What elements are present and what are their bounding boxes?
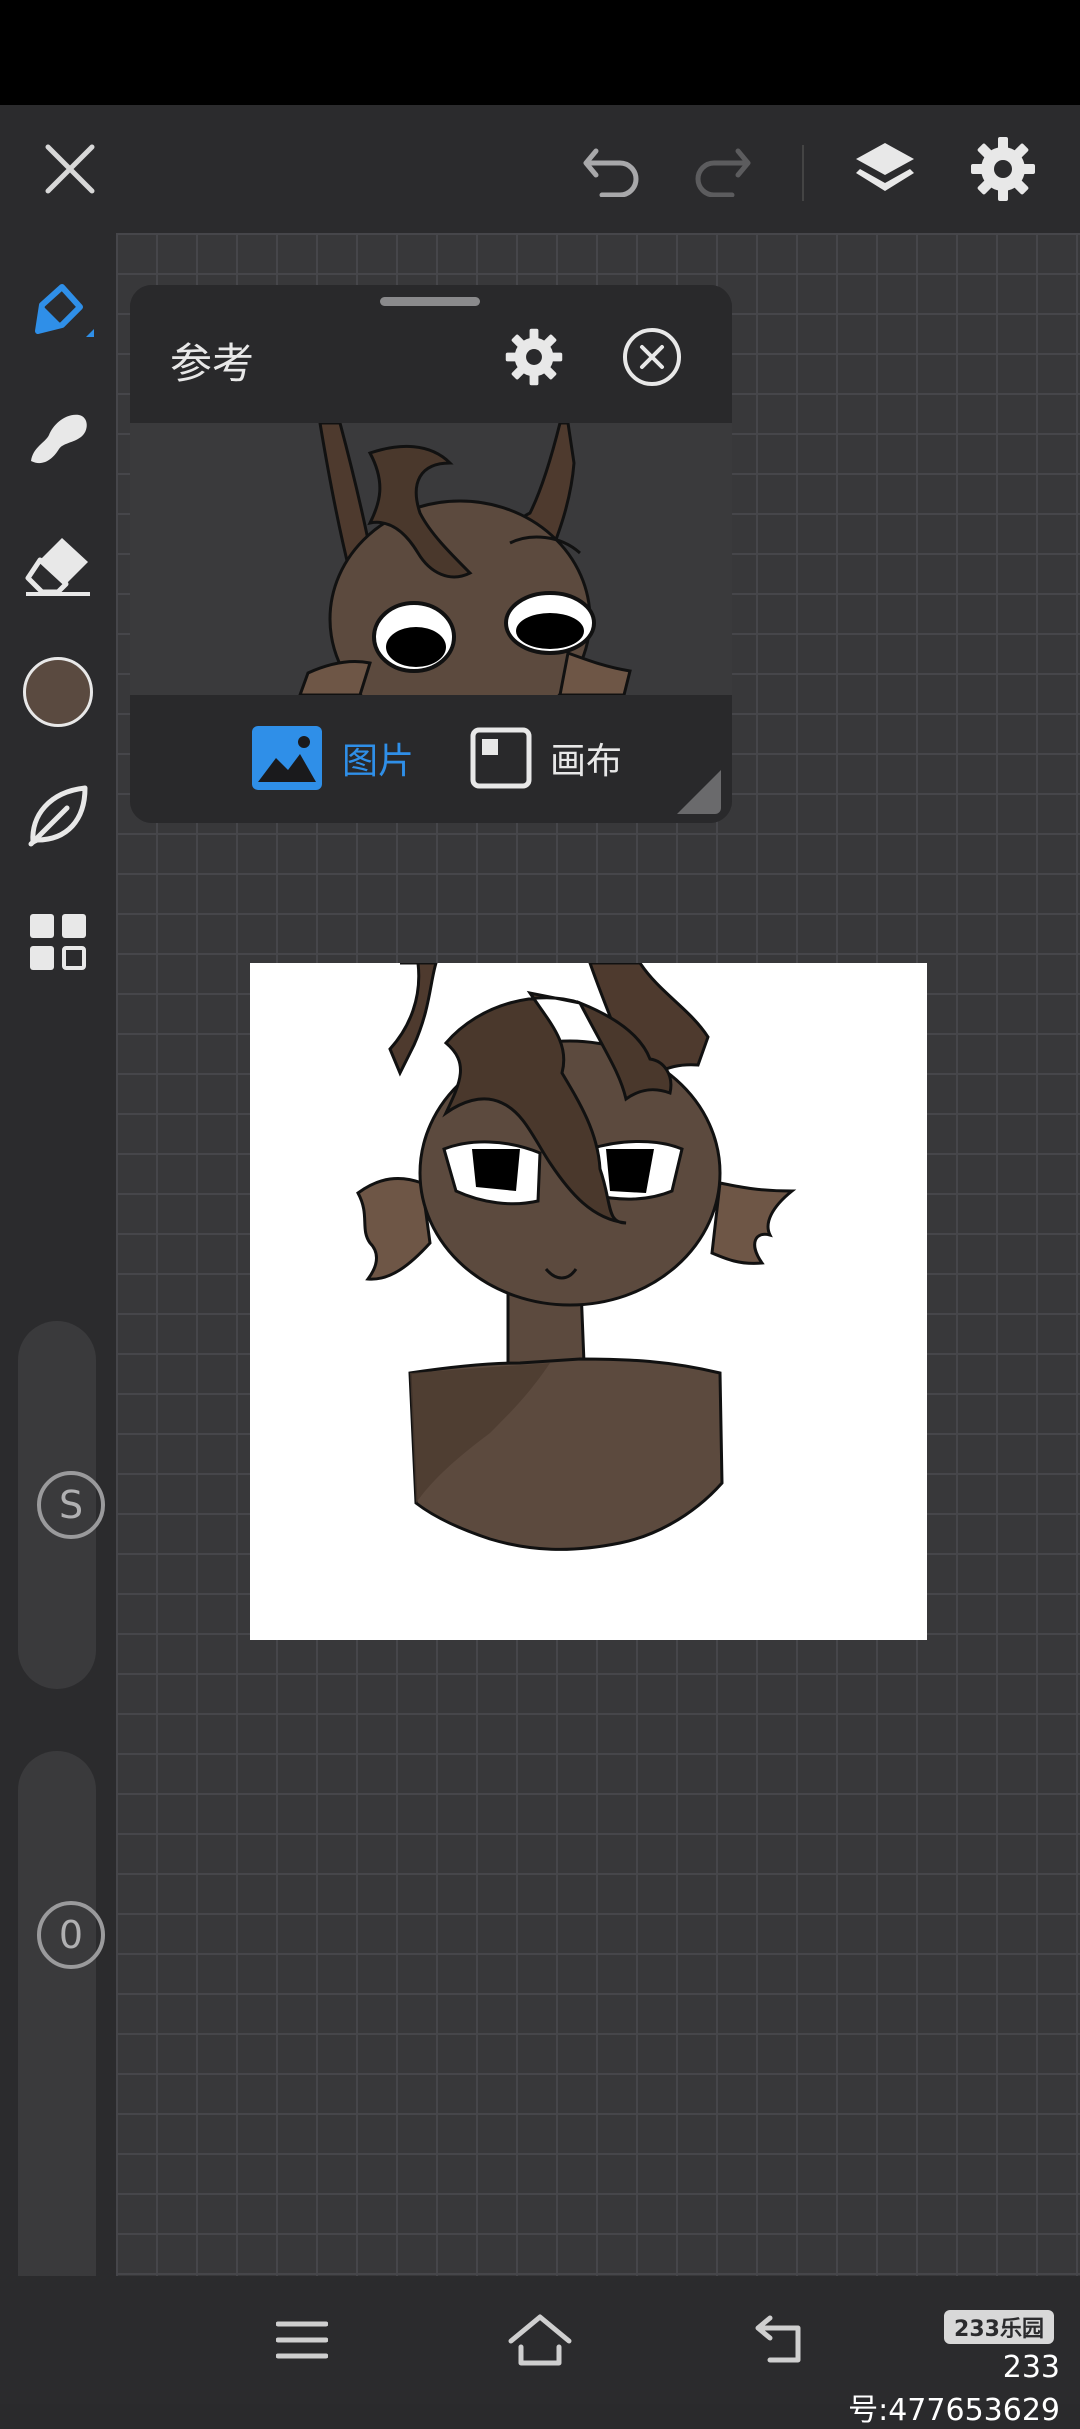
menu-icon bbox=[276, 2321, 328, 2359]
reference-character-image bbox=[130, 423, 732, 695]
reference-settings-button[interactable] bbox=[498, 321, 570, 393]
eraser-tool-button[interactable] bbox=[16, 523, 100, 607]
status-bar bbox=[0, 0, 1080, 105]
reference-panel-footer: 图片 画布 bbox=[130, 695, 732, 823]
redo-button[interactable] bbox=[680, 129, 764, 209]
layers-icon bbox=[856, 143, 914, 191]
color-swatch-button[interactable] bbox=[16, 650, 100, 734]
resize-handle[interactable] bbox=[670, 763, 726, 819]
gear-icon bbox=[505, 328, 563, 386]
settings-button[interactable] bbox=[960, 127, 1046, 211]
menu-button[interactable] bbox=[260, 2302, 344, 2378]
reference-close-button[interactable] bbox=[616, 321, 688, 393]
left-toolbar: S 0 bbox=[0, 233, 116, 2351]
gear-icon bbox=[971, 137, 1035, 201]
eraser-icon bbox=[25, 538, 90, 596]
home-icon bbox=[508, 2314, 572, 2366]
tab-canvas-label: 画布 bbox=[550, 741, 623, 782]
reference-image bbox=[130, 423, 732, 695]
redo-icon bbox=[695, 148, 751, 197]
close-icon bbox=[45, 144, 95, 194]
leaf-icon bbox=[28, 785, 88, 847]
grid-icon bbox=[30, 914, 86, 970]
drawing-canvas[interactable] bbox=[250, 963, 927, 1640]
reference-panel-header[interactable]: 参考 bbox=[130, 285, 732, 423]
brush-size-slider[interactable]: S bbox=[18, 1321, 105, 1689]
close-circle-icon bbox=[623, 328, 681, 386]
watermark-text: 233号:477653629 bbox=[848, 2350, 1060, 2428]
current-color-swatch bbox=[23, 657, 93, 727]
canvas-icon bbox=[470, 727, 532, 789]
leaf-tool-button[interactable] bbox=[16, 773, 100, 857]
brush-size-knob[interactable]: S bbox=[37, 1471, 105, 1539]
pen-icon bbox=[35, 284, 94, 337]
drag-handle[interactable] bbox=[380, 297, 480, 306]
character-drawing bbox=[356, 963, 797, 1551]
grid-tool-button[interactable] bbox=[16, 900, 100, 984]
watermark-logo: 233乐园 bbox=[944, 2310, 1054, 2344]
resize-corner-icon bbox=[677, 770, 721, 814]
tab-picture-label: 图片 bbox=[342, 741, 415, 782]
reference-panel: 参考 图片 画布 bbox=[130, 285, 732, 823]
smudge-tool-button[interactable] bbox=[16, 396, 100, 480]
close-button[interactable] bbox=[30, 129, 110, 209]
brush-opacity-knob[interactable]: 0 bbox=[37, 1901, 105, 1969]
top-toolbar bbox=[0, 105, 1080, 233]
toolbar-divider bbox=[802, 145, 804, 201]
image-icon bbox=[252, 726, 322, 790]
tab-canvas[interactable]: 画布 bbox=[470, 715, 622, 801]
smudge-icon bbox=[31, 414, 87, 464]
undo-icon bbox=[583, 148, 639, 197]
pen-tool-button[interactable] bbox=[16, 273, 100, 357]
tab-picture[interactable]: 图片 bbox=[250, 715, 414, 801]
home-button[interactable] bbox=[498, 2300, 582, 2380]
reference-panel-title: 参考 bbox=[170, 339, 255, 388]
brush-opacity-slider[interactable]: 0 bbox=[18, 1751, 105, 2351]
undo-button[interactable] bbox=[570, 129, 654, 209]
layers-button[interactable] bbox=[842, 127, 928, 211]
